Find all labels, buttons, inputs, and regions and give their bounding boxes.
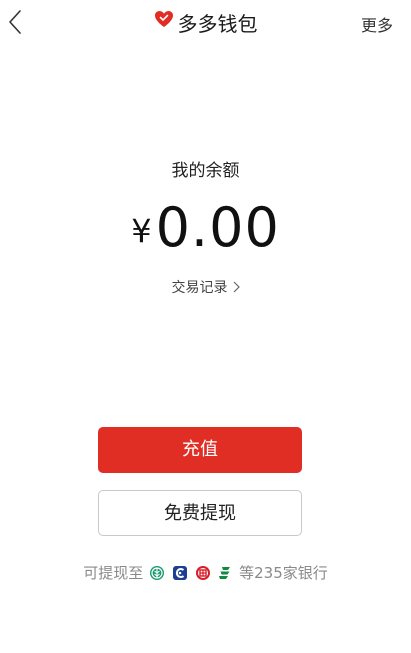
banks-prefix: 可提现至 xyxy=(83,564,144,582)
chevron-right-icon xyxy=(233,281,240,293)
more-button[interactable]: 更多 xyxy=(361,12,393,36)
page-title-group: 多多钱包 xyxy=(0,8,411,37)
bank-of-communications-icon xyxy=(172,566,187,580)
balance-value: 0.00 xyxy=(155,196,280,259)
currency-symbol: ¥ xyxy=(131,212,152,250)
postal-savings-bank-icon xyxy=(219,567,231,579)
banks-suffix: 等235家银行 xyxy=(239,564,328,582)
transactions-link[interactable]: 交易记录 xyxy=(0,277,411,297)
icbc-icon xyxy=(195,566,210,580)
withdraw-button[interactable]: 免费提现 xyxy=(98,490,302,536)
supported-banks-note: 可提现至 等235家银行 xyxy=(0,562,411,583)
transactions-label: 交易记录 xyxy=(171,280,228,296)
page-title: 多多钱包 xyxy=(177,12,258,36)
balance-amount: ¥0.00 xyxy=(0,196,411,273)
red-heart-icon xyxy=(154,11,173,27)
recharge-button[interactable]: 充值 xyxy=(98,427,302,473)
balance-label: 我的余额 xyxy=(171,161,240,181)
top-bar: 多多钱包 更多 xyxy=(0,0,411,46)
agricultural-bank-icon xyxy=(150,566,165,580)
